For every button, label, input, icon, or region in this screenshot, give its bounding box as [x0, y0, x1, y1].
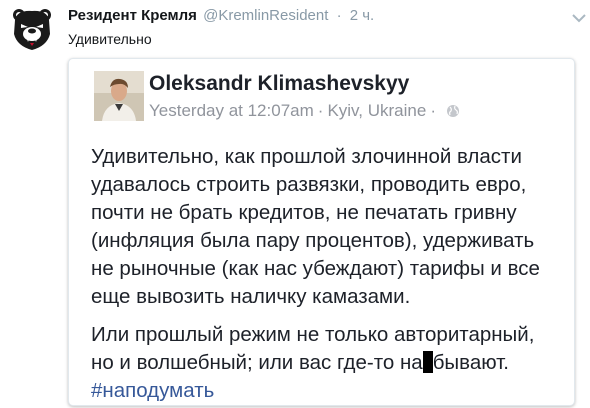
- author-name[interactable]: Резидент Кремля: [68, 7, 197, 24]
- header-separator: ·: [336, 7, 342, 24]
- post-time[interactable]: Yesterday at 12:07am: [149, 101, 314, 120]
- globe-icon: [446, 102, 460, 117]
- post-line: (инфляция была пару процентов), удержива…: [91, 229, 535, 252]
- post-body: Удивительно, как прошлой злочинной власт…: [91, 143, 571, 405]
- post-author-name[interactable]: Oleksandr Klimashevskyy: [149, 71, 409, 97]
- post-line: не рыночные (как нас убеждают) тарифы и …: [91, 257, 540, 280]
- post-line: еще вывозить наличку камазами.: [91, 285, 411, 308]
- embedded-post-card[interactable]: Oleksandr Klimashevskyy Yesterday at 12:…: [68, 58, 575, 406]
- post-line-after-censor: бывают.: [432, 351, 509, 374]
- hashtag-link[interactable]: #наподумать: [91, 379, 214, 402]
- post-paragraph-1: Удивительно, как прошлой злочинной власт…: [91, 143, 571, 311]
- post-meta: Yesterday at 12:07am · Kyiv, Ukraine ·: [149, 100, 460, 122]
- post-author-avatar[interactable]: [94, 71, 144, 121]
- tweet-text: Удивительно: [68, 31, 152, 47]
- post-line: Или прошлый режим не только авторитарный…: [91, 323, 535, 346]
- bear-icon: [13, 9, 51, 50]
- post-line-before-censor: но и волшебный; или вас где-то на: [91, 351, 423, 374]
- person-photo-icon: [94, 71, 144, 121]
- censor-bar: [422, 351, 433, 373]
- avatar[interactable]: [9, 6, 55, 52]
- post-location[interactable]: Kyiv, Ukraine: [327, 101, 426, 120]
- tweet-timestamp[interactable]: 2 ч.: [350, 7, 375, 24]
- tweet: Резидент Кремля @KremlinResident · 2 ч. …: [0, 0, 590, 408]
- meta-separator: ·: [317, 101, 324, 120]
- author-handle[interactable]: @KremlinResident: [203, 7, 328, 24]
- post-line: удавалось строить развязки, проводить ев…: [91, 173, 527, 196]
- post-paragraph-2: Или прошлый режим не только авторитарный…: [91, 321, 571, 405]
- chevron-down-icon[interactable]: [572, 10, 586, 23]
- post-line: почти не брать кредитов, не печатать гри…: [91, 201, 517, 224]
- tweet-header: Резидент Кремля @KremlinResident · 2 ч.: [68, 6, 568, 26]
- post-line: Удивительно, как прошлой злочинной власт…: [91, 145, 522, 168]
- meta-separator-2: ·: [430, 101, 436, 120]
